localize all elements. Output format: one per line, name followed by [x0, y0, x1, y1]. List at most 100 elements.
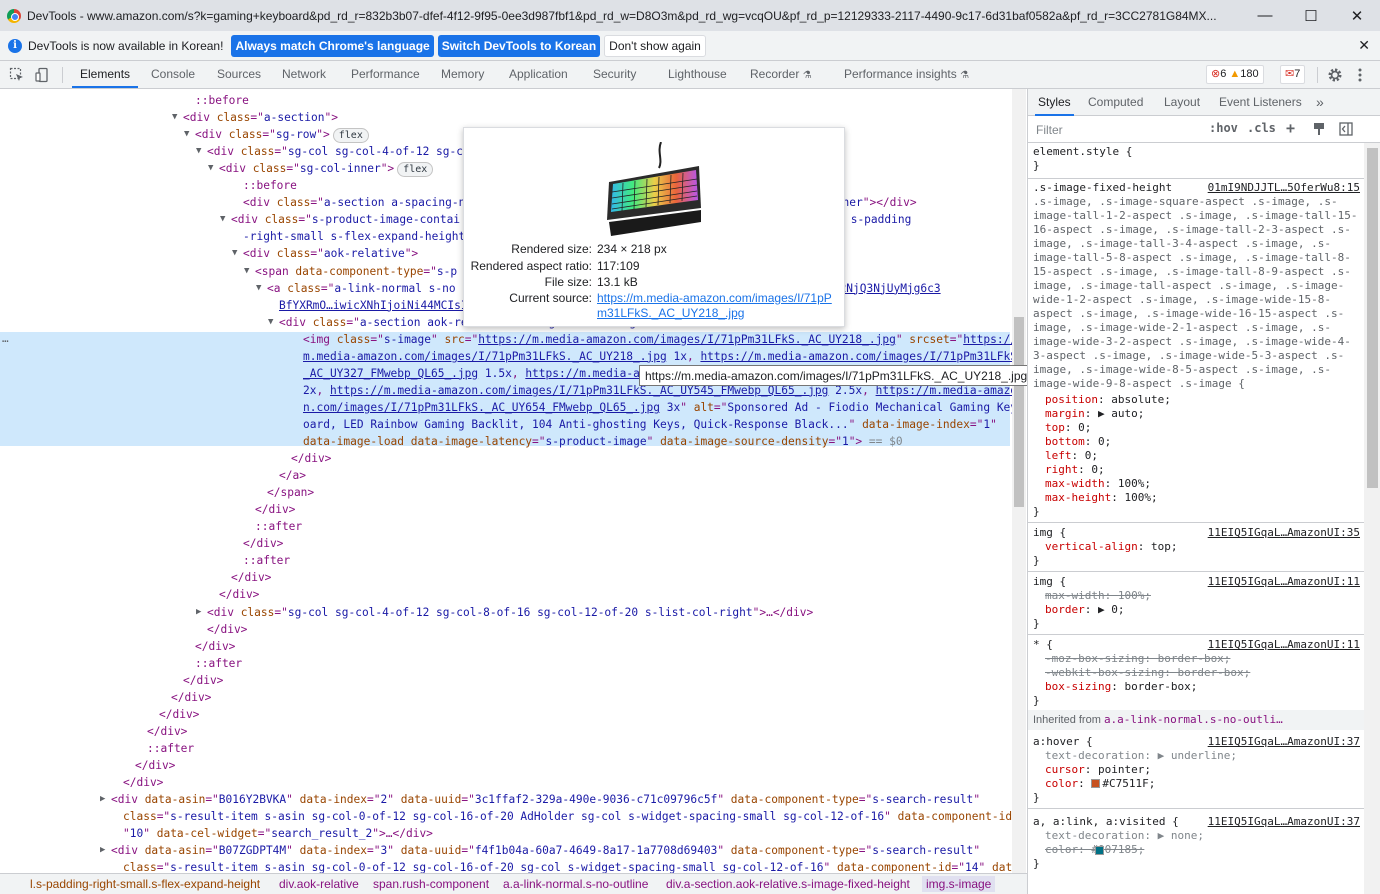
rule1-declaration[interactable]: right: 0;	[1033, 463, 1363, 477]
settings-gear-icon[interactable]	[1327, 67, 1343, 83]
rule1-selector-line[interactable]: image-tall-5-8-aspect .s-image, .s-image…	[1033, 251, 1363, 265]
current-source-link-cont[interactable]: m31LFkS._AC_UY218_.jpg	[597, 305, 744, 321]
dom-node-line[interactable]: </div>	[0, 706, 1013, 723]
dom-node-line[interactable]: ::after	[0, 655, 1013, 672]
hover-state-toggle[interactable]: :hov	[1209, 121, 1238, 135]
issues-badge[interactable]: ✉7	[1280, 65, 1306, 84]
styles-scrollbar[interactable]	[1364, 143, 1380, 894]
rule1-selector-line[interactable]: image-tall-1-2-aspect .s-image, .s-image…	[1033, 209, 1363, 223]
dom-node-line[interactable]: </div>	[0, 586, 1013, 603]
dom-node-line[interactable]: class="s-result-item s-asin sg-col-0-of-…	[0, 808, 1013, 825]
tab-sources[interactable]: Sources	[209, 61, 269, 88]
expand-toggle-icon[interactable]: ▶	[196, 604, 201, 621]
rule4-source[interactable]: 11EIQ5IGqaL…AmazonUI:11	[1208, 638, 1360, 652]
dont-show-again-button[interactable]: Don't show again	[604, 34, 706, 57]
selected-dom-node[interactable]: <img class="s-image" src="https://m.medi…	[0, 331, 1013, 348]
expand-toggle-icon[interactable]: ▼	[196, 143, 201, 160]
tab-styles[interactable]: Styles	[1035, 89, 1074, 116]
selected-dom-node[interactable]: m.media-amazon.com/images/I/71pPm31LFkS.…	[0, 348, 1013, 365]
minimize-button[interactable]: —	[1242, 0, 1288, 31]
expand-toggle-icon[interactable]: ▼	[244, 263, 249, 280]
rule1-selector-line[interactable]: image, .s-image-tall-aspect .s-image, .s…	[1033, 279, 1363, 293]
rule1-selector-line[interactable]: 15-aspect .s-image, .s-image-tall-8-9-as…	[1033, 265, 1363, 279]
dom-node-line[interactable]: </div>	[0, 621, 1013, 638]
dom-node-line[interactable]: </div>	[0, 569, 1013, 586]
always-match-language-button[interactable]: Always match Chrome's language	[231, 34, 434, 57]
tab-memory[interactable]: Memory	[433, 61, 492, 88]
tab-security[interactable]: Security	[585, 61, 644, 88]
breadcrumb-item[interactable]: l.s-padding-right-small.s-flex-expand-he…	[30, 876, 260, 892]
dom-node-line[interactable]: ▶ <div data-asin="B07ZGDPT4M" data-index=…	[0, 842, 1013, 859]
dom-node-line[interactable]: </div>	[0, 535, 1013, 552]
dom-node-line[interactable]: ::after	[0, 518, 1013, 535]
rule1-declaration[interactable]: max-height: 100%;	[1033, 491, 1363, 505]
tab-network[interactable]: Network	[274, 61, 334, 88]
dom-node-line[interactable]: </div>	[0, 774, 1013, 791]
rule1-declaration[interactable]: max-width: 100%;	[1033, 477, 1363, 491]
rule3-source[interactable]: 11EIQ5IGqaL…AmazonUI:11	[1208, 575, 1360, 589]
element-style-selector[interactable]: element.style {	[1033, 145, 1363, 159]
rule1-selector-line[interactable]: image-wide-9-8-aspect .s-image {	[1033, 377, 1363, 391]
dom-scrollbar[interactable]	[1012, 89, 1026, 873]
dom-scrollbar-thumb[interactable]	[1014, 317, 1024, 507]
expand-toggle-icon[interactable]: ▼	[268, 314, 273, 331]
overridden-declaration[interactable]: max-width: 100%;	[1045, 589, 1151, 602]
tab-recorder[interactable]: Recorder ⚗	[742, 61, 820, 88]
tab-console[interactable]: Console	[143, 61, 203, 88]
dom-node-line[interactable]: </div>	[0, 757, 1013, 774]
rule5-color-declaration[interactable]: color: #C7511F;	[1033, 777, 1363, 791]
rule1-declaration[interactable]: top: 0;	[1033, 421, 1363, 435]
inspect-element-icon[interactable]	[9, 67, 25, 83]
selected-dom-node[interactable]: n.com/images/I/71pPm31LFkS._AC_UY654_FMw…	[0, 399, 1013, 416]
dom-node-line[interactable]: </div>	[0, 672, 1013, 689]
tab-event-listeners[interactable]: Event Listeners	[1216, 89, 1305, 116]
console-counts-badge[interactable]: ⊗6 ▲180	[1206, 65, 1264, 84]
rule1-selector-line[interactable]: aspect .s-image, .s-image-wide-16-15-asp…	[1033, 307, 1363, 321]
expand-toggle-icon[interactable]: ▼	[184, 126, 189, 143]
rule6-source[interactable]: 11EIQ5IGqaL…AmazonUI:37	[1208, 815, 1360, 829]
rule5-source[interactable]: 11EIQ5IGqaL…AmazonUI:37	[1208, 735, 1360, 749]
dom-node-line[interactable]: </div>	[0, 450, 1013, 467]
rule2-declaration[interactable]: vertical-align: top;	[1033, 540, 1363, 554]
expand-toggle-icon[interactable]: ▼	[256, 280, 261, 297]
current-source-link[interactable]: https://m.media-amazon.com/images/I/71pP	[597, 290, 832, 306]
rule1-declaration[interactable]: bottom: 0;	[1033, 435, 1363, 449]
rule1-selector-line[interactable]: image, .s-image-wide-2-1-aspect .s-image…	[1033, 321, 1363, 335]
dom-node-line[interactable]: </div>	[0, 638, 1013, 655]
rule4-declaration[interactable]: box-sizing: border-box;	[1033, 680, 1363, 694]
toggle-sidebar-icon[interactable]	[1339, 122, 1353, 136]
dom-node-line[interactable]: </div>	[0, 723, 1013, 740]
more-options-icon[interactable]	[1352, 67, 1368, 83]
maximize-button[interactable]: ☐	[1288, 0, 1334, 31]
styles-scrollbar-thumb[interactable]	[1367, 148, 1378, 488]
expand-toggle-icon[interactable]: ▼	[220, 211, 225, 228]
expand-toggle-icon[interactable]: ▼	[208, 160, 213, 177]
inactive-declaration[interactable]: text-decoration: ▶ none;	[1045, 829, 1204, 842]
tab-lighthouse[interactable]: Lighthouse	[660, 61, 735, 88]
rule1-selector-line[interactable]: image-wide-3-2-aspect .s-image, .s-image…	[1033, 335, 1363, 349]
dom-node-line[interactable]: "10" data-cel-widget="search_result_2">……	[0, 825, 1013, 842]
breadcrumb-item[interactable]: div.aok-relative	[279, 876, 359, 892]
rule1-selector-line[interactable]: image, .s-image-tall-3-4-aspect .s-image…	[1033, 237, 1363, 251]
dom-node-line[interactable]: </span>	[0, 484, 1013, 501]
dom-node-line[interactable]: ::before	[0, 92, 1013, 109]
tab-application[interactable]: Application	[501, 61, 576, 88]
dom-node-line[interactable]: ::after	[0, 740, 1013, 757]
overridden-declaration[interactable]: -webkit-box-sizing: border-box;	[1045, 666, 1250, 679]
dom-node-line[interactable]: class="s-result-item s-asin sg-col-0-of-…	[0, 859, 1013, 873]
expand-toggle-icon[interactable]: ▼	[172, 109, 177, 126]
rule1-declaration[interactable]: position: absolute;	[1033, 393, 1363, 407]
expand-toggle-icon[interactable]: ▼	[232, 245, 237, 262]
new-rule-icon[interactable]: +	[1286, 119, 1295, 137]
tab-computed[interactable]: Computed	[1085, 89, 1146, 116]
expand-toggle-icon[interactable]: ▶	[100, 791, 105, 808]
color-swatch-icon[interactable]	[1095, 846, 1104, 855]
tab-performance[interactable]: Performance	[343, 61, 428, 88]
rule1-declaration[interactable]: margin: ▶ auto;	[1033, 407, 1363, 421]
rule1-declaration[interactable]: left: 0;	[1033, 449, 1363, 463]
rule1-selector-line[interactable]: 16-aspect .s-image, .s-image-tall-2-3-as…	[1033, 223, 1363, 237]
color-swatch-icon[interactable]	[1091, 779, 1101, 788]
dom-node-line[interactable]: </div>	[0, 689, 1013, 706]
tab-performance-insights[interactable]: Performance insights ⚗	[836, 61, 977, 88]
rule1-selector-line[interactable]: wide-1-2-aspect .s-image, .s-image-wide-…	[1033, 293, 1363, 307]
